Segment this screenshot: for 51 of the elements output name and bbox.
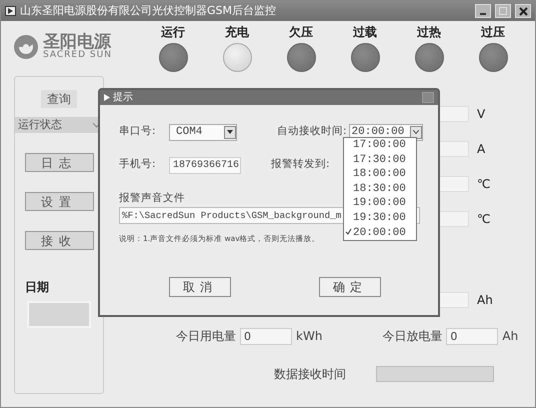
window-title: 山东圣阳电源股份有限公司光伏控制器GSM后台监控 xyxy=(20,2,277,19)
dropdown-option[interactable]: 18:30:00 xyxy=(344,182,416,196)
unit-label: A xyxy=(477,140,486,158)
maximize-icon xyxy=(499,7,507,15)
phone-field[interactable]: 18769366716 xyxy=(169,156,241,174)
indicator-label: 运行 xyxy=(161,24,185,41)
caret-icon xyxy=(227,130,233,134)
dialog-button[interactable]: 取消 xyxy=(169,277,231,297)
unit-label: V xyxy=(477,106,486,122)
indicator-label: 充电 xyxy=(225,24,249,41)
unit-label: Ah xyxy=(477,292,493,308)
logo-subtitle: SACRED SUN xyxy=(43,50,112,60)
logo-name: 圣阳电源 xyxy=(43,34,112,51)
unit-label: Ah xyxy=(502,328,518,345)
dropdown-option[interactable]: 17:00:00 xyxy=(344,138,416,153)
total-field[interactable]: 0 xyxy=(446,328,498,344)
minimize-button[interactable] xyxy=(475,4,491,18)
caret-icon xyxy=(412,130,419,134)
sidebar-button[interactable]: 日志 xyxy=(24,153,94,172)
close-icon xyxy=(518,6,528,16)
dropdown-option[interactable]: 17:30:00 xyxy=(344,152,416,168)
sidebar-button[interactable]: 接收 xyxy=(24,231,94,250)
total-label: 今日用电量 xyxy=(176,328,236,345)
field-label: 自动接收时间: xyxy=(277,124,347,140)
dropdown-option[interactable]: 20:00:00 xyxy=(344,226,416,240)
sidebar-button[interactable]: 设置 xyxy=(24,192,94,211)
dialog-button[interactable]: 确定 xyxy=(319,277,381,297)
unit-label: ℃ xyxy=(477,210,490,228)
dialog-title: 提示 xyxy=(113,91,133,105)
field-label: 串口号: xyxy=(119,124,157,140)
field-label: 手机号: xyxy=(119,157,157,172)
logo-icon xyxy=(13,34,39,60)
dialog-icon xyxy=(104,94,110,101)
date-field xyxy=(27,301,91,328)
app-icon xyxy=(5,6,16,16)
total-field[interactable]: 0 xyxy=(240,328,292,344)
indicator-label: 过载 xyxy=(353,24,377,41)
indicator-label: 过压 xyxy=(481,24,505,41)
total-label: 今日放电量 xyxy=(382,328,442,345)
unit-label: ℃ xyxy=(477,176,490,192)
sound-file-label: 报警声音文件 xyxy=(119,191,185,206)
field-label: 报警转发到: xyxy=(271,157,330,172)
dropdown-option[interactable]: 18:00:00 xyxy=(344,167,416,182)
date-label: 日期 xyxy=(25,279,49,296)
indicator-label: 欠压 xyxy=(289,24,313,41)
indicator-label: 过热 xyxy=(417,24,441,41)
dropdown-option[interactable]: 19:30:00 xyxy=(344,210,416,226)
unit-label: kWh xyxy=(296,328,322,345)
query-label: 查询 xyxy=(41,90,77,108)
port-select[interactable]: COM4 xyxy=(169,124,237,140)
receive-time-label: 数据接收时间 xyxy=(274,366,346,383)
